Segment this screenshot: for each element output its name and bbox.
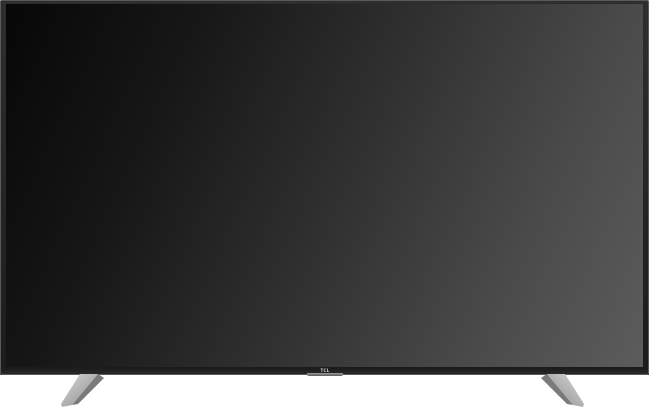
left-stand-icon <box>61 374 104 407</box>
left-stand-foot <box>60 374 108 407</box>
tv-bezel <box>0 0 649 375</box>
right-stand-foot <box>537 374 585 407</box>
right-stand-icon <box>541 374 584 407</box>
logo-strip <box>307 373 343 376</box>
tv-screen <box>6 4 643 367</box>
product-image: TCL <box>0 0 649 407</box>
